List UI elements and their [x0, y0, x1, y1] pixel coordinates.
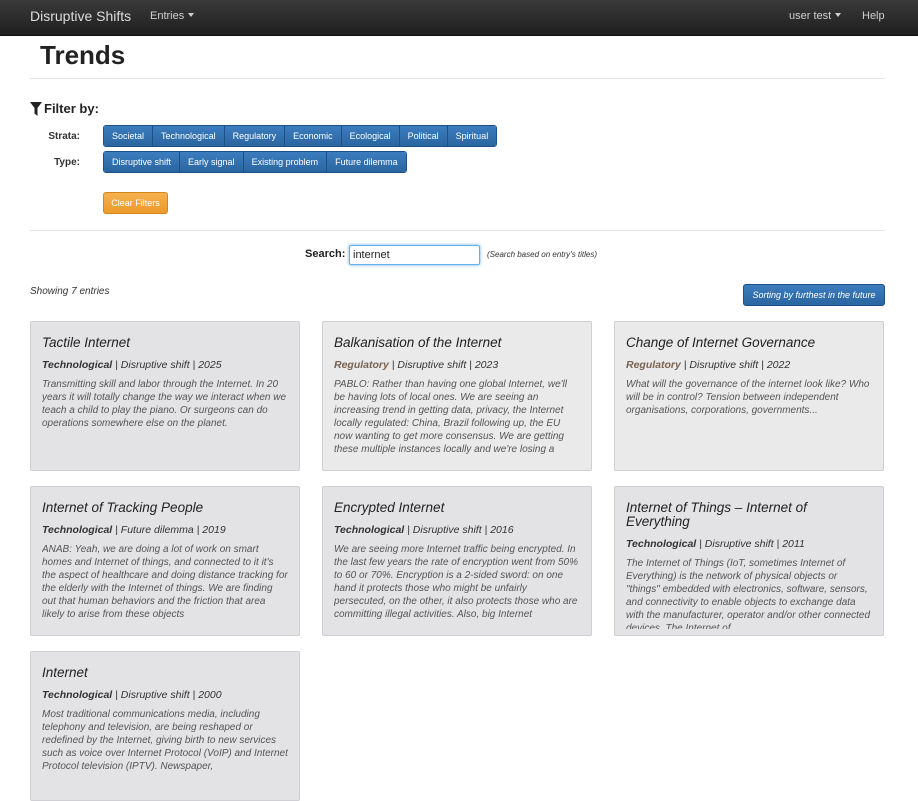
clear-filters-button[interactable]: Clear Filters — [103, 192, 168, 214]
entry-type: Disruptive shift — [704, 538, 774, 550]
filter-heading: Filter by: — [30, 101, 99, 116]
entry-description: What will the governance of the internet… — [626, 379, 870, 416]
type-early-signal-button[interactable]: Early signal — [180, 152, 244, 172]
entry-card[interactable]: Change of Internet Governance Regulatory … — [614, 321, 884, 471]
type-filter-group: Disruptive shift Early signal Existing pro… — [103, 151, 407, 173]
search-input[interactable] — [349, 245, 480, 265]
filter-heading-label: Filter by: — [44, 101, 99, 116]
divider — [30, 230, 885, 231]
strata-ecological-button[interactable]: Ecological — [341, 126, 400, 146]
entry-year: 2016 — [490, 524, 514, 536]
entry-year: 2011 — [782, 538, 805, 550]
entry-year: 2000 — [198, 689, 222, 701]
entry-title[interactable]: Balkanisation of the Internet — [334, 336, 580, 350]
strata-label: Strata: — [48, 131, 80, 142]
entry-card[interactable]: Internet of Tracking People Technological… — [30, 486, 300, 636]
search-label: Search: — [305, 248, 346, 260]
entry-meta: Technological | Future dilemma | 2019 — [42, 524, 226, 536]
strata-filter-group: Societal Technological Regulatory Economic E… — [103, 125, 498, 147]
navbar: Disruptive Shifts Entries user test Help — [0, 0, 918, 36]
entry-title[interactable]: Encrypted Internet — [334, 501, 580, 515]
entry-year: 2025 — [198, 359, 222, 371]
entry-title[interactable]: Internet of Things – Internet of Everyth… — [626, 501, 872, 529]
result-count: Showing 7 entries — [30, 286, 110, 297]
entry-description: ANAB: Yeah, we are doing a lot of work o… — [42, 544, 288, 620]
strata-technological-button[interactable]: Technological — [153, 126, 225, 146]
entry-title[interactable]: Internet — [42, 666, 288, 680]
entry-year: 2023 — [474, 359, 499, 371]
strata-spiritual-button[interactable]: Spiritual — [447, 126, 497, 146]
entry-type: Disruptive shift — [397, 359, 467, 371]
entry-strata: Technological — [42, 689, 113, 701]
filter-icon — [30, 101, 42, 116]
entry-strata: Technological — [334, 524, 405, 536]
sort-button[interactable]: Sorting by furthest in the future — [743, 284, 885, 306]
entry-strata: Technological — [42, 359, 113, 371]
entry-card[interactable]: Tactile Internet Technological | Disrupti… — [30, 321, 300, 471]
entry-description: PABLO: Rather than having one global Int… — [334, 379, 567, 455]
entry-card[interactable]: Internet of Things – Internet of Everyth… — [614, 486, 884, 636]
entry-meta: Technological | Disruptive shift | 2011 — [626, 538, 805, 550]
entry-type: Disruptive shift — [689, 359, 759, 371]
entry-card[interactable]: Encrypted Internet Technological | Disrup… — [322, 486, 592, 636]
entry-strata: Regulatory — [334, 359, 389, 371]
entry-strata: Regulatory — [626, 359, 681, 371]
type-disruptive-shift-button[interactable]: Disruptive shift — [104, 152, 181, 172]
entry-strata: Technological — [626, 538, 697, 550]
page-title: Trends — [40, 40, 126, 70]
entry-card[interactable]: Balkanisation of the Internet Regulatory … — [322, 321, 592, 471]
entry-type: Disruptive shift — [120, 689, 190, 701]
entry-meta: Technological | Disruptive shift | 2016 — [334, 524, 514, 536]
entry-meta: Technological | Disruptive shift | 2025 — [42, 359, 222, 371]
entry-description: We are seeing more Internet traffic bein… — [334, 544, 579, 620]
entry-title[interactable]: Tactile Internet — [42, 336, 288, 350]
user-menu-label: user test — [789, 10, 832, 22]
strata-societal-button[interactable]: Societal — [104, 126, 154, 146]
strata-economic-button[interactable]: Economic — [285, 126, 342, 146]
entry-title[interactable]: Internet of Tracking People — [42, 501, 288, 515]
caret-down-icon — [188, 13, 195, 17]
entries-menu[interactable]: Entries — [150, 10, 195, 22]
entry-description: Transmitting skill and labor through the… — [42, 379, 287, 429]
help-link[interactable]: Help — [862, 10, 885, 22]
entry-description: The Internet of Things (IoT, sometimes I… — [626, 558, 871, 629]
search-hint: (Search based on entry's titles) — [487, 250, 598, 259]
entry-type: Disruptive shift — [412, 524, 482, 536]
divider — [30, 78, 885, 79]
strata-political-button[interactable]: Political — [399, 126, 448, 146]
entry-year: 2022 — [766, 359, 791, 371]
entry-title[interactable]: Change of Internet Governance — [626, 336, 872, 350]
type-existing-problem-button[interactable]: Existing problem — [243, 152, 328, 172]
entry-strata: Technological — [42, 524, 113, 536]
entry-card[interactable]: Internet Technological | Disruptive shift… — [30, 651, 300, 801]
caret-down-icon — [835, 13, 842, 17]
type-future-dilemma-button[interactable]: Future dilemma — [327, 152, 406, 172]
entry-description: Most traditional communications media, i… — [42, 709, 288, 772]
entries-menu-label: Entries — [150, 10, 185, 22]
strata-regulatory-button[interactable]: Regulatory — [224, 126, 286, 146]
type-label: Type: — [54, 157, 80, 168]
entry-meta: Regulatory | Disruptive shift | 2023 — [334, 359, 499, 371]
entry-meta: Technological | Disruptive shift | 2000 — [42, 689, 222, 701]
entry-year: 2019 — [202, 524, 226, 536]
brand-link[interactable]: Disruptive Shifts — [30, 8, 131, 24]
user-menu[interactable]: user test — [789, 10, 842, 22]
entry-type: Disruptive shift — [120, 359, 190, 371]
entry-meta: Regulatory | Disruptive shift | 2022 — [626, 359, 791, 371]
entry-type: Future dilemma — [120, 524, 194, 536]
